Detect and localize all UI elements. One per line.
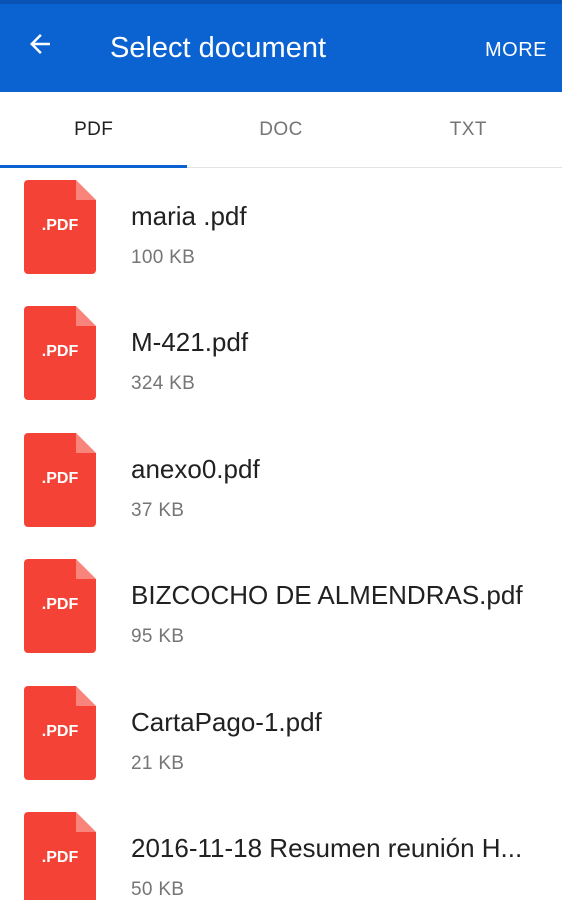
file-list: .PDF maria .pdf 100 KB .PDF M-421.pdf 32…	[0, 168, 562, 900]
pdf-file-icon: .PDF	[24, 180, 96, 274]
file-name: 2016-11-18 Resumen reunión H...	[131, 832, 523, 863]
file-row[interactable]: .PDF CartaPago-1.pdf 21 KB	[0, 674, 562, 800]
file-size: 324 KB	[131, 373, 196, 395]
app-bar: Select document MORE	[0, 0, 562, 92]
file-ext-label: .PDF	[41, 469, 79, 487]
file-name: maria .pdf	[131, 201, 247, 231]
pdf-file-icon: .PDF	[24, 559, 96, 654]
file-ext-label: .PDF	[41, 848, 79, 866]
file-ext-label: .PDF	[41, 596, 79, 614]
file-row[interactable]: .PDF BIZCOCHO DE ALMENDRAS.pdf 95 KB	[0, 547, 562, 673]
page-title: Select document	[110, 32, 327, 64]
file-row[interactable]: .PDF maria .pdf 100 KB	[0, 168, 562, 294]
pdf-file-icon: .PDF	[24, 432, 96, 527]
file-row[interactable]: .PDF anexo0.pdf 37 KB	[0, 421, 562, 547]
file-size: 50 KB	[131, 878, 185, 900]
tab-doc[interactable]: DOC	[187, 92, 374, 167]
file-size: 95 KB	[131, 626, 185, 648]
arrow-left-icon	[30, 34, 50, 54]
pdf-file-icon: .PDF	[24, 306, 96, 401]
file-type-tabs: PDF DOC TXT	[0, 92, 562, 168]
select-document-screen: Select document MORE PDF DOC TXT .PDF ma…	[0, 0, 562, 900]
file-name: BIZCOCHO DE ALMENDRAS.pdf	[131, 580, 523, 611]
more-button[interactable]: MORE	[485, 37, 547, 63]
file-name: CartaPago-1.pdf	[131, 706, 322, 737]
tab-pdf[interactable]: PDF	[0, 92, 188, 168]
pdf-file-icon: .PDF	[24, 685, 96, 780]
pdf-file-icon: .PDF	[24, 811, 96, 900]
back-button[interactable]	[14, 18, 66, 70]
file-name: M-421.pdf	[131, 327, 249, 358]
file-ext-label: .PDF	[41, 217, 79, 234]
file-ext-label: .PDF	[41, 722, 79, 740]
file-row[interactable]: .PDF M-421.pdf 324 KB	[0, 294, 562, 420]
file-size: 100 KB	[131, 247, 196, 268]
file-ext-label: .PDF	[41, 343, 79, 361]
file-size: 37 KB	[131, 499, 185, 521]
file-row[interactable]: .PDF 2016-11-18 Resumen reunión H... 50 …	[0, 800, 562, 900]
file-size: 21 KB	[131, 752, 185, 774]
tab-txt[interactable]: TXT	[375, 92, 562, 167]
file-name: anexo0.pdf	[131, 453, 260, 484]
